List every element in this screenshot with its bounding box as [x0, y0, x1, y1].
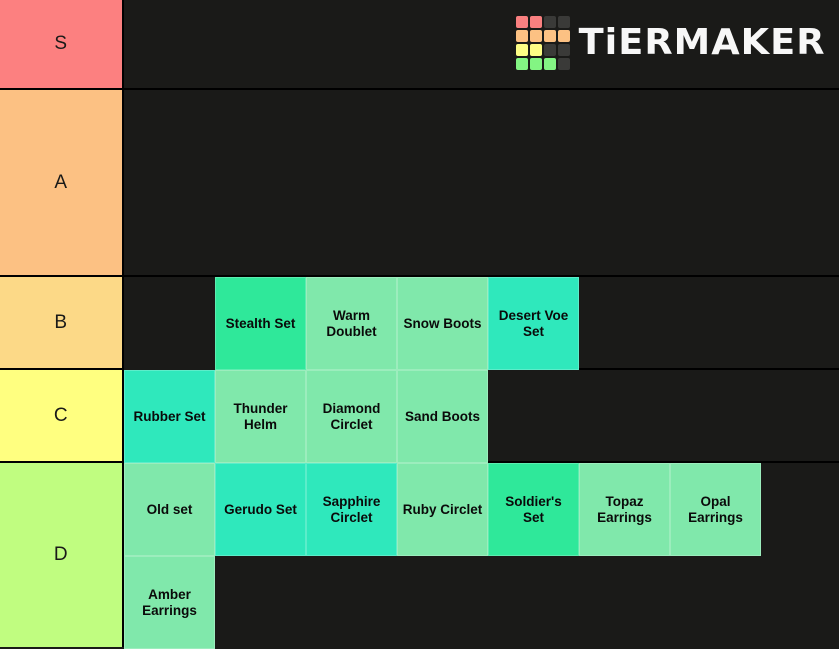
tier-row-c: C Rubber Set Thunder Helm Diamond Circlet Sa…	[0, 370, 839, 463]
tier-label-b[interactable]: B	[0, 277, 124, 368]
tier-row-a: A	[0, 90, 839, 277]
tier-item[interactable]: Topaz Earrings	[579, 463, 670, 556]
tier-item[interactable]: Soldier's Set	[488, 463, 579, 556]
tier-item[interactable]: Diamond Circlet	[306, 370, 397, 463]
tier-item[interactable]: Ruby Circlet	[397, 463, 488, 556]
tier-label-d[interactable]: D	[0, 463, 124, 647]
tier-items-b[interactable]: Stealth Set Warm Doublet Snow Boots Desert …	[124, 277, 839, 370]
tier-rows-container: S A B Stealth Set Warm Doublet Snow Boots Dese…	[0, 0, 839, 649]
tier-item[interactable]: Old set	[124, 463, 215, 556]
tier-label-s[interactable]: S	[0, 0, 124, 88]
tier-list-board: S A B Stealth Set Warm Doublet Snow Boots Dese…	[0, 0, 839, 649]
tier-row-s: S	[0, 0, 839, 90]
tier-item[interactable]: Opal Earrings	[670, 463, 761, 556]
tier-item[interactable]: Thunder Helm	[215, 370, 306, 463]
tier-item[interactable]: Stealth Set	[215, 277, 306, 370]
tier-items-c[interactable]: Rubber Set Thunder Helm Diamond Circlet San…	[124, 370, 839, 463]
tier-row-d: D Old set Gerudo Set Sapphire Circlet Ruby C…	[0, 463, 839, 649]
tier-item[interactable]: Sapphire Circlet	[306, 463, 397, 556]
tier-item[interactable]: Snow Boots	[397, 277, 488, 370]
tier-item[interactable]: Desert Voe Set	[488, 277, 579, 370]
tier-items-s[interactable]	[124, 0, 839, 88]
tier-row-b: B Stealth Set Warm Doublet Snow Boots Desert…	[0, 277, 839, 370]
tier-item[interactable]: Amber Earrings	[124, 556, 215, 649]
tier-items-a[interactable]	[124, 90, 839, 275]
tier-label-c[interactable]: C	[0, 370, 124, 461]
tier-item[interactable]: Rubber Set	[124, 370, 215, 463]
tier-item[interactable]: Warm Doublet	[306, 277, 397, 370]
tier-item[interactable]: Sand Boots	[397, 370, 488, 463]
tier-item-spacer	[124, 277, 215, 370]
tier-label-a[interactable]: A	[0, 90, 124, 275]
tier-items-d[interactable]: Old set Gerudo Set Sapphire Circlet Ruby Ci…	[124, 463, 839, 649]
tier-item[interactable]: Gerudo Set	[215, 463, 306, 556]
